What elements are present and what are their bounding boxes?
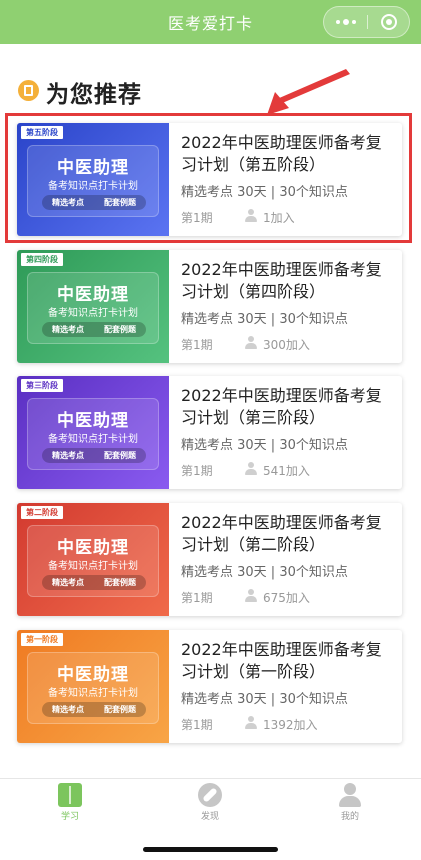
thumbnail-subtitle: 备考知识点打卡计划 xyxy=(48,561,138,572)
thumbnail-badge: 配套例题 xyxy=(104,705,136,714)
plan-joined-count: 1392加入 xyxy=(263,718,318,732)
plan-card[interactable]: 第四阶段 中医助理 备考知识点打卡计划 精选考点 配套例题 2022年中医助理医… xyxy=(17,250,402,363)
thumbnail-badge: 精选考点 xyxy=(52,705,84,714)
plan-card[interactable]: 第一阶段 中医助理 备考知识点打卡计划 精选考点 配套例题 2022年中医助理医… xyxy=(17,630,402,743)
plan-joined-count: 300加入 xyxy=(263,338,310,352)
thumbnail-badge: 配套例题 xyxy=(104,325,136,334)
thumbnail-panel: 中医助理 备考知识点打卡计划 精选考点 配套例题 xyxy=(27,272,159,344)
thumbnail-subtitle: 备考知识点打卡计划 xyxy=(48,688,138,699)
thumbnail-badges: 精选考点 配套例题 xyxy=(42,702,146,717)
tab-mine[interactable]: 我的 xyxy=(310,779,390,827)
more-options-icon[interactable] xyxy=(324,7,367,37)
compass-icon xyxy=(198,783,222,807)
person-icon xyxy=(245,462,257,476)
plan-joined-count: 541加入 xyxy=(263,464,310,478)
stage-tag: 第一阶段 xyxy=(21,633,63,646)
close-program-icon[interactable] xyxy=(368,7,410,37)
plan-issue: 第1期 xyxy=(181,338,213,352)
plan-joined-count: 675加入 xyxy=(263,591,310,605)
thumbnail-subtitle: 备考知识点打卡计划 xyxy=(48,434,138,445)
thumbnail-badge: 配套例题 xyxy=(104,451,136,460)
plan-meta: 精选考点 30天 | 30个知识点 xyxy=(181,438,348,453)
plan-meta: 精选考点 30天 | 30个知识点 xyxy=(181,565,348,580)
plan-title: 2022年中医助理医师备考复习计划（第一阶段） xyxy=(181,640,382,681)
plan-card[interactable]: 第三阶段 中医助理 备考知识点打卡计划 精选考点 配套例题 2022年中医助理医… xyxy=(17,376,402,489)
thumbnail-badges: 精选考点 配套例题 xyxy=(42,322,146,337)
person-icon xyxy=(245,589,257,603)
plan-issue: 第1期 xyxy=(181,591,213,605)
thumbnail-badge: 精选考点 xyxy=(52,325,84,334)
stage-tag: 第二阶段 xyxy=(21,506,63,519)
thumbnail-subtitle: 备考知识点打卡计划 xyxy=(48,308,138,319)
plan-issue: 第1期 xyxy=(181,464,213,478)
plan-title: 2022年中医助理医师备考复习计划（第三阶段） xyxy=(181,386,382,427)
stage-tag: 第四阶段 xyxy=(21,253,63,266)
bookmark-icon xyxy=(18,80,39,101)
plan-issue: 第1期 xyxy=(181,718,213,732)
home-indicator xyxy=(143,847,278,852)
thumbnail-badge: 精选考点 xyxy=(52,451,84,460)
plan-thumbnail: 第四阶段 中医助理 备考知识点打卡计划 精选考点 配套例题 xyxy=(17,250,169,363)
plan-card[interactable]: 第二阶段 中医助理 备考知识点打卡计划 精选考点 配套例题 2022年中医助理医… xyxy=(17,503,402,616)
tab-study[interactable]: 学习 xyxy=(30,779,110,827)
plan-meta: 精选考点 30天 | 30个知识点 xyxy=(181,312,348,327)
book-icon xyxy=(58,783,82,807)
thumbnail-title: 中医助理 xyxy=(57,285,129,305)
thumbnail-panel: 中医助理 备考知识点打卡计划 精选考点 配套例题 xyxy=(27,398,159,470)
mini-program-header: 医考爱打卡 xyxy=(0,0,421,44)
annotation-arrow xyxy=(267,69,350,115)
thumbnail-badge: 配套例题 xyxy=(104,578,136,587)
thumbnail-badge: 精选考点 xyxy=(52,578,84,587)
plan-title: 2022年中医助理医师备考复习计划（第二阶段） xyxy=(181,513,382,554)
plan-meta: 精选考点 30天 | 30个知识点 xyxy=(181,692,348,707)
person-icon xyxy=(245,336,257,350)
plan-thumbnail: 第二阶段 中医助理 备考知识点打卡计划 精选考点 配套例题 xyxy=(17,503,169,616)
thumbnail-badges: 精选考点 配套例题 xyxy=(42,575,146,590)
tab-label: 发现 xyxy=(200,812,219,822)
plan-title: 2022年中医助理医师备考复习计划（第四阶段） xyxy=(181,260,382,301)
tab-label: 我的 xyxy=(340,812,359,822)
plan-thumbnail: 第三阶段 中医助理 备考知识点打卡计划 精选考点 配套例题 xyxy=(17,376,169,489)
plan-thumbnail: 第一阶段 中医助理 备考知识点打卡计划 精选考点 配套例题 xyxy=(17,630,169,743)
person-icon xyxy=(245,716,257,730)
capsule-menu xyxy=(323,6,410,38)
section-title: 为您推荐 xyxy=(46,82,142,108)
highlight-box xyxy=(5,113,412,243)
user-icon xyxy=(338,783,362,807)
thumbnail-title: 中医助理 xyxy=(57,538,129,558)
tab-discover[interactable]: 发现 xyxy=(170,779,250,827)
thumbnail-title: 中医助理 xyxy=(57,411,129,431)
thumbnail-panel: 中医助理 备考知识点打卡计划 精选考点 配套例题 xyxy=(27,525,159,597)
tab-bar: 学习 发现 我的 xyxy=(0,778,421,860)
thumbnail-badges: 精选考点 配套例题 xyxy=(42,448,146,463)
thumbnail-title: 中医助理 xyxy=(57,665,129,685)
stage-tag: 第三阶段 xyxy=(21,379,63,392)
tab-label: 学习 xyxy=(60,812,79,822)
thumbnail-panel: 中医助理 备考知识点打卡计划 精选考点 配套例题 xyxy=(27,652,159,724)
